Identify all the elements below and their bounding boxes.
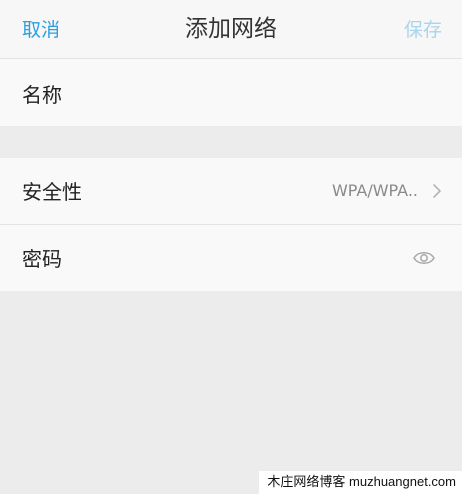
- save-button[interactable]: 保存: [404, 17, 442, 43]
- page-title: 添加网络: [185, 16, 277, 42]
- eye-icon[interactable]: [412, 248, 436, 268]
- top-bar: 取消 添加网络 保存: [0, 0, 462, 59]
- security-value: WPA/WPA..: [331, 181, 418, 200]
- password-label: 密码: [22, 247, 62, 271]
- password-field[interactable]: 密码: [0, 225, 462, 291]
- security-label: 安全性: [22, 180, 82, 204]
- watermark-text: 木庄网络博客 muzhuangnet.com: [259, 471, 462, 494]
- network-name-label: 名称: [22, 83, 62, 107]
- network-name-field[interactable]: 名称: [0, 59, 462, 126]
- chevron-right-icon: [433, 184, 441, 198]
- security-row[interactable]: 安全性 WPA/WPA..: [0, 158, 462, 224]
